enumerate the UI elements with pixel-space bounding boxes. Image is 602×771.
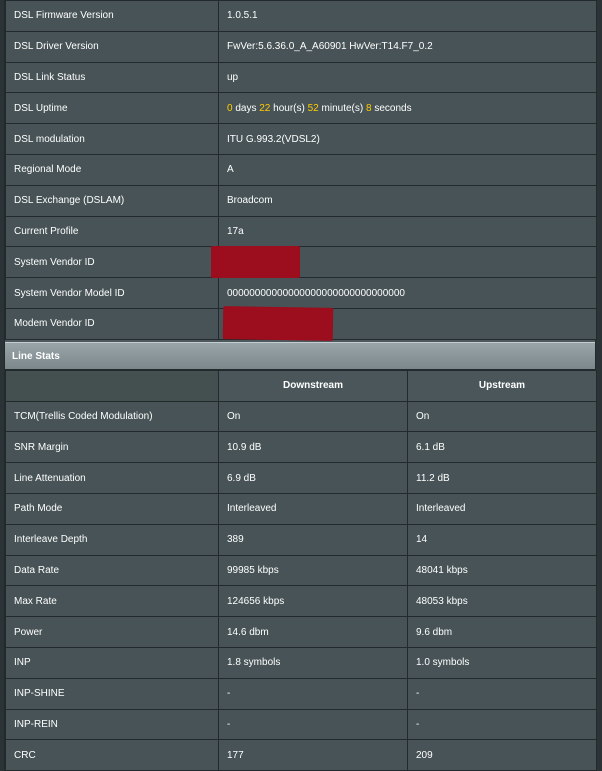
stat-label: Line Attenuation (5, 462, 219, 494)
table-row: Power 14.6 dbm 9.6 dbm (5, 616, 597, 648)
stat-downstream: 99985 kbps (218, 554, 408, 587)
stat-label: INP (5, 646, 219, 679)
table-row: DSL Firmware Version 1.0.5.1 (5, 0, 597, 32)
stat-upstream: 14 (407, 523, 597, 556)
stat-downstream: 10.9 dB (218, 431, 408, 464)
row-value: 1.0.5.1 (218, 0, 597, 32)
table-row: Path Mode Interleaved Interleaved (5, 492, 597, 525)
table-row: Data Rate 99985 kbps 48041 kbps (5, 554, 597, 587)
table-row: Max Rate 124656 kbps 48053 kbps (5, 585, 597, 618)
stat-downstream: 14.6 dbm (218, 616, 408, 648)
stat-upstream: 48041 kbps (407, 554, 597, 587)
table-row: Line Attenuation 6.9 dB 11.2 dB (5, 462, 597, 494)
stat-upstream: - (407, 708, 597, 741)
table-header-row: Downstream Upstream (5, 369, 597, 402)
uptime-seconds-word: seconds (374, 102, 412, 114)
table-row: DSL Exchange (DSLAM) Broadcom (5, 184, 597, 217)
uptime-hours: 22 (259, 102, 271, 114)
stat-label: TCM(Trellis Coded Modulation) (5, 400, 219, 433)
stat-label: INP-REIN (5, 708, 219, 741)
stat-label: INP-SHINE (5, 677, 219, 710)
stat-label: CRC (5, 739, 219, 771)
row-value: up (218, 61, 597, 94)
stat-downstream: 177 (218, 739, 408, 771)
row-label: Modem Vendor ID (5, 307, 219, 340)
stat-label: Interleave Depth (5, 523, 219, 556)
stat-upstream: On (407, 400, 597, 433)
stat-downstream: 124656 kbps (218, 585, 408, 618)
uptime-minutes: 52 (307, 102, 319, 114)
stat-downstream: On (218, 400, 408, 433)
uptime-seconds: 8 (366, 102, 372, 114)
table-row: INP-REIN - - (5, 708, 597, 741)
row-label: DSL Firmware Version (5, 0, 219, 32)
table-row: CRC 177 209 (5, 739, 597, 771)
stat-label: Max Rate (5, 585, 219, 618)
row-label: DSL Exchange (DSLAM) (5, 184, 219, 217)
table-row: System Vendor ID (5, 246, 597, 279)
row-value: FwVer:5.6.36.0_A_A60901 HwVer:T14.F7_0.2 (218, 30, 597, 63)
table-row: DSL Driver Version FwVer:5.6.36.0_A_A6090… (5, 30, 597, 63)
table-row: DSL modulation ITU G.993.2(VDSL2) (5, 123, 597, 155)
stat-upstream: 1.0 symbols (407, 646, 597, 679)
stat-label: SNR Margin (5, 431, 219, 464)
stat-label: Data Rate (5, 554, 219, 587)
table-row: INP-SHINE - - (5, 677, 597, 710)
stat-upstream: 9.6 dbm (407, 616, 597, 648)
table-row: Regional Mode A (5, 153, 597, 186)
table-row: DSL Uptime 0 days 22 hour(s) 52 minute(s… (5, 92, 597, 125)
table-row: System Vendor Model ID 000000000000000000… (5, 277, 597, 309)
uptime-value: 0 days 22 hour(s) 52 minute(s) 8 seconds (218, 92, 597, 125)
uptime-minutes-word: minute(s) (321, 102, 364, 114)
stat-downstream: Interleaved (218, 492, 408, 525)
row-label: DSL Uptime (5, 92, 219, 125)
stat-downstream: 389 (218, 523, 408, 556)
uptime-days: 0 (227, 102, 233, 114)
dsl-log-panel: DSL Firmware Version 1.0.5.1 DSL Driver V… (4, 0, 597, 771)
stat-downstream: - (218, 677, 408, 710)
uptime-days-word: days (235, 102, 257, 114)
column-header-downstream: Downstream (218, 369, 408, 402)
stat-upstream: - (407, 677, 597, 710)
stat-upstream: 209 (407, 739, 597, 771)
table-row: TCM(Trellis Coded Modulation) On On (5, 400, 597, 433)
line-stats-body: TCM(Trellis Coded Modulation) On On SNR Mar… (5, 400, 597, 771)
dsl-info-table: DSL Firmware Version 1.0.5.1 DSL Driver V… (5, 0, 597, 340)
row-value: 00000000000000000000000000000000 (218, 277, 597, 309)
stat-upstream: Interleaved (407, 492, 597, 525)
table-row: Current Profile 17a (5, 215, 597, 248)
table-row: SNR Margin 10.9 dB 6.1 dB (5, 431, 597, 464)
stat-label: Power (5, 616, 219, 648)
table-row: INP 1.8 symbols 1.0 symbols (5, 646, 597, 679)
row-value: A (218, 153, 597, 186)
stat-upstream: 48053 kbps (407, 585, 597, 618)
redaction-mark-system-vendor (211, 246, 300, 278)
stat-upstream: 11.2 dB (407, 462, 597, 494)
stat-upstream: 6.1 dB (407, 431, 597, 464)
column-header-upstream: Upstream (407, 369, 597, 402)
stat-downstream: 1.8 symbols (218, 646, 408, 679)
table-row: DSL Link Status up (5, 61, 597, 94)
row-value: ITU G.993.2(VDSL2) (218, 123, 597, 155)
row-label: Current Profile (5, 215, 219, 248)
row-label: DSL modulation (5, 123, 219, 155)
stat-downstream: 6.9 dB (218, 462, 408, 494)
line-stats-table: Downstream Upstream TCM(Trellis Coded Mo… (5, 369, 597, 771)
stat-label: Path Mode (5, 492, 219, 525)
uptime-hours-word: hour(s) (273, 102, 305, 114)
row-value: Broadcom (218, 184, 597, 217)
stat-downstream: - (218, 708, 408, 741)
redaction-mark-modem-vendor (222, 306, 334, 341)
row-value: 17a (218, 215, 597, 248)
row-label: System Vendor ID (5, 246, 219, 279)
row-label: Regional Mode (5, 153, 219, 186)
table-row: Interleave Depth 389 14 (5, 523, 597, 556)
row-label: System Vendor Model ID (5, 277, 219, 309)
row-label: DSL Driver Version (5, 30, 219, 63)
column-header-blank (5, 369, 219, 402)
row-label: DSL Link Status (5, 61, 219, 94)
line-stats-header: Line Stats (5, 341, 595, 370)
